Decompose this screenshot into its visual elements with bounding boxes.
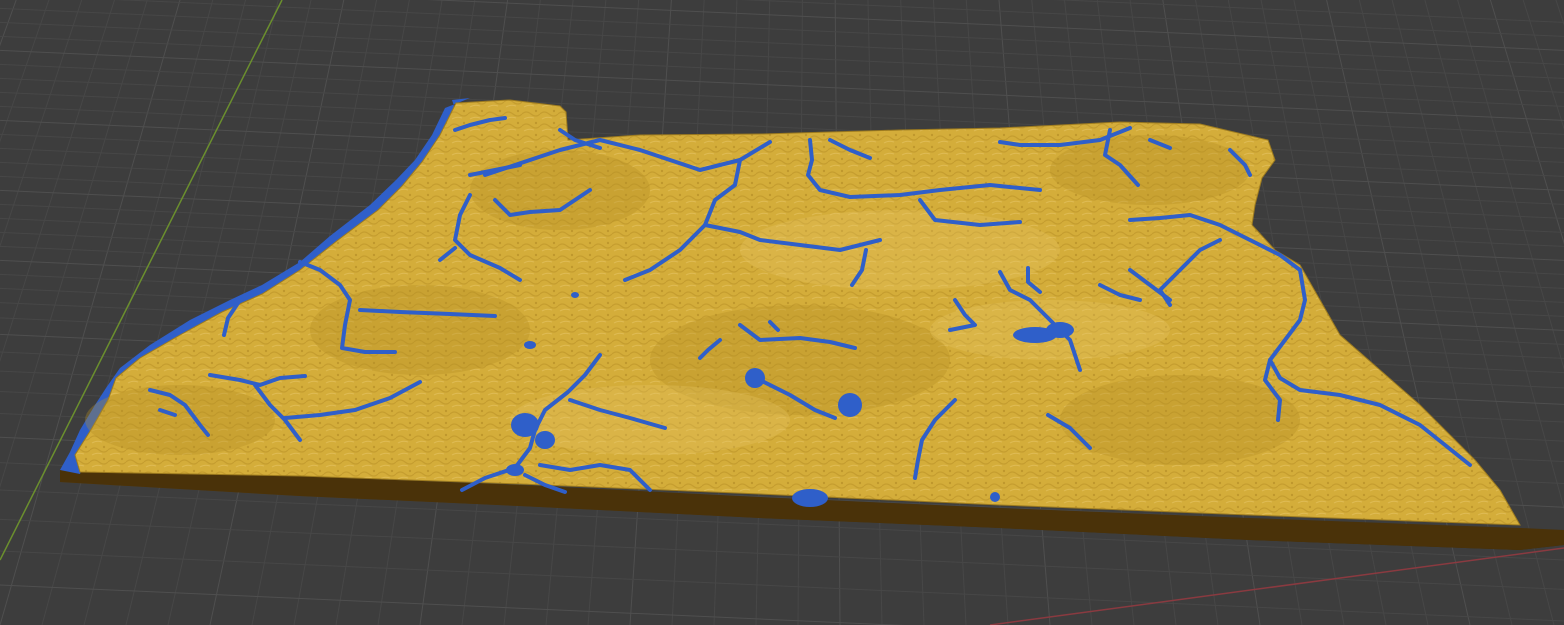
grid-line — [41, 0, 214, 625]
x-axis-line — [989, 547, 1564, 625]
grid-line — [0, 21, 1564, 93]
grid-line — [0, 0, 115, 363]
grid-line — [0, 584, 905, 625]
grid-line — [0, 550, 1564, 622]
grid-line — [0, 63, 1564, 135]
blender-3d-viewport[interactable] — [0, 0, 1564, 625]
viewport-canvas[interactable] — [0, 0, 1564, 625]
grid-line — [740, 0, 1564, 37]
grid-line — [0, 35, 1564, 107]
grid-line — [0, 49, 1564, 121]
grid-line — [114, 0, 1564, 65]
